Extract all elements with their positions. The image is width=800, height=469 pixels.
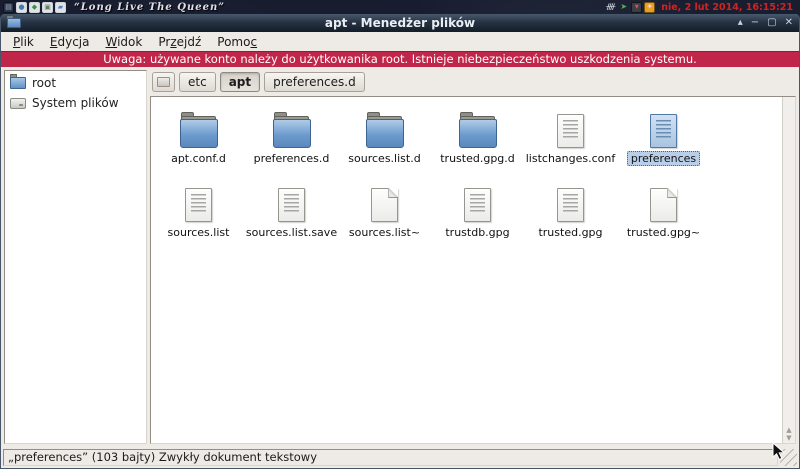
shade-button[interactable]: ▴ xyxy=(738,15,743,31)
network-signal-icon[interactable]: ᚎ xyxy=(605,2,616,13)
file-item[interactable]: trustdb.gpg xyxy=(431,181,524,251)
file-item-selected[interactable]: preferences xyxy=(617,107,710,177)
text-file-icon xyxy=(557,188,584,222)
text-file-icon xyxy=(185,188,212,222)
status-text: „preferences” (103 bajty) Zwykły dokumen… xyxy=(3,449,778,466)
app-launcher-icon[interactable]: ◆ xyxy=(29,2,40,13)
update-arrow-icon[interactable]: ➤ xyxy=(618,2,629,13)
vertical-scrollbar[interactable]: ▲ ▼ xyxy=(782,97,795,443)
file-label: trustdb.gpg xyxy=(441,225,513,240)
file-item[interactable]: trusted.gpg.d xyxy=(431,107,524,177)
menu-plik[interactable]: Plik xyxy=(5,34,42,50)
maximize-button[interactable]: ▢ xyxy=(767,15,776,31)
file-manager-window: apt - Menedżer plików ▴ − ▢ ✕ Plik Edycj… xyxy=(0,14,800,469)
file-label: sources.list~ xyxy=(345,225,424,240)
text-file-icon xyxy=(557,114,584,148)
backup-file-icon xyxy=(650,188,677,222)
file-item[interactable]: trusted.gpg~ xyxy=(617,181,710,251)
home-folder-icon xyxy=(10,77,26,89)
file-item[interactable]: listchanges.conf xyxy=(524,107,617,177)
resize-grip[interactable] xyxy=(780,449,797,466)
desktop: ▤ ● ◆ ▣ ▰ “Long Live The Queen” ᚎ ➤ ▾ ✦ … xyxy=(0,0,800,469)
file-item[interactable]: sources.list xyxy=(152,181,245,251)
file-label: sources.list.save xyxy=(242,225,341,240)
file-manager-icon[interactable]: ▰ xyxy=(55,2,66,13)
panel-menu-icon[interactable]: ▤ xyxy=(3,2,14,13)
file-item[interactable]: apt.conf.d xyxy=(152,107,245,177)
path-button-preferences-d[interactable]: preferences.d xyxy=(264,72,365,92)
titlebar[interactable]: apt - Menedżer plików ▴ − ▢ ✕ xyxy=(1,14,799,32)
backup-file-icon xyxy=(371,188,398,222)
text-file-icon xyxy=(278,188,305,222)
mail-notifier-icon[interactable]: ▾ xyxy=(631,2,642,13)
path-button-apt[interactable]: apt xyxy=(220,72,260,92)
window-title: apt - Menedżer plików xyxy=(1,16,799,30)
sidebar-item-label: root xyxy=(32,76,56,90)
file-label: trusted.gpg xyxy=(534,225,606,240)
wallpaper-text: “Long Live The Queen” xyxy=(74,2,225,13)
path-bar: etc apt preferences.d xyxy=(150,70,796,96)
text-file-icon xyxy=(650,114,677,148)
window-folder-icon xyxy=(7,18,21,28)
file-item[interactable]: sources.list.d xyxy=(338,107,431,177)
file-label: trusted.gpg~ xyxy=(623,225,704,240)
menu-pomoc[interactable]: Pomoc xyxy=(209,34,265,50)
file-view[interactable]: apt.conf.d preferences.d sources.list.d xyxy=(150,96,796,444)
filesystem-icon xyxy=(157,77,170,87)
filesystem-root-button[interactable] xyxy=(152,72,175,92)
scrollbar-up-icon[interactable]: ▲ xyxy=(786,426,791,434)
desktop-panel: ▤ ● ◆ ▣ ▰ “Long Live The Queen” ᚎ ➤ ▾ ✦ … xyxy=(0,0,800,14)
file-label: preferences.d xyxy=(250,151,334,166)
menu-widok[interactable]: Widok xyxy=(97,34,150,50)
file-label: sources.list xyxy=(164,225,234,240)
folder-icon xyxy=(180,119,218,148)
close-button[interactable]: ✕ xyxy=(785,15,793,31)
folder-icon xyxy=(273,119,311,148)
panel-clock[interactable]: nie, 2 lut 2014, 16:15:21 xyxy=(661,2,793,13)
status-bar: „preferences” (103 bajty) Zwykły dokumen… xyxy=(1,447,799,468)
minimize-button[interactable]: − xyxy=(751,15,759,31)
sidebar-item-label: System plików xyxy=(32,96,119,110)
sidebar-item-root[interactable]: root xyxy=(5,73,146,93)
scrollbar-down-icon[interactable]: ▼ xyxy=(786,434,791,442)
file-item[interactable]: preferences.d xyxy=(245,107,338,177)
file-item[interactable]: sources.list~ xyxy=(338,181,431,251)
file-label: preferences xyxy=(627,151,700,166)
web-browser-icon[interactable]: ● xyxy=(16,2,27,13)
folder-icon xyxy=(366,119,404,148)
menubar: Plik Edycja Widok Przejdź Pomoc xyxy=(1,32,799,51)
sidebar-item-filesystem[interactable]: System plików xyxy=(5,93,146,113)
icon-grid: apt.conf.d preferences.d sources.list.d xyxy=(152,107,712,255)
image-viewer-icon[interactable]: ▣ xyxy=(42,2,53,13)
path-button-etc[interactable]: etc xyxy=(179,72,216,92)
file-label: trusted.gpg.d xyxy=(436,151,519,166)
file-item[interactable]: trusted.gpg xyxy=(524,181,617,251)
menu-edycja[interactable]: Edycja xyxy=(42,34,98,50)
file-label: sources.list.d xyxy=(344,151,424,166)
system-tray: ᚎ ➤ ▾ ✦ xyxy=(603,2,655,13)
places-sidebar: root System plików xyxy=(4,70,147,444)
notification-icon[interactable]: ✦ xyxy=(644,2,655,13)
text-file-icon xyxy=(464,188,491,222)
file-item[interactable]: sources.list.save xyxy=(245,181,338,251)
file-label: listchanges.conf xyxy=(522,151,620,166)
root-warning-banner: Uwaga: używane konto należy do użytkowan… xyxy=(1,51,799,67)
drive-icon xyxy=(10,98,26,109)
file-label: apt.conf.d xyxy=(167,151,230,166)
folder-icon xyxy=(459,119,497,148)
menu-przejdz[interactable]: Przejdź xyxy=(150,34,209,50)
